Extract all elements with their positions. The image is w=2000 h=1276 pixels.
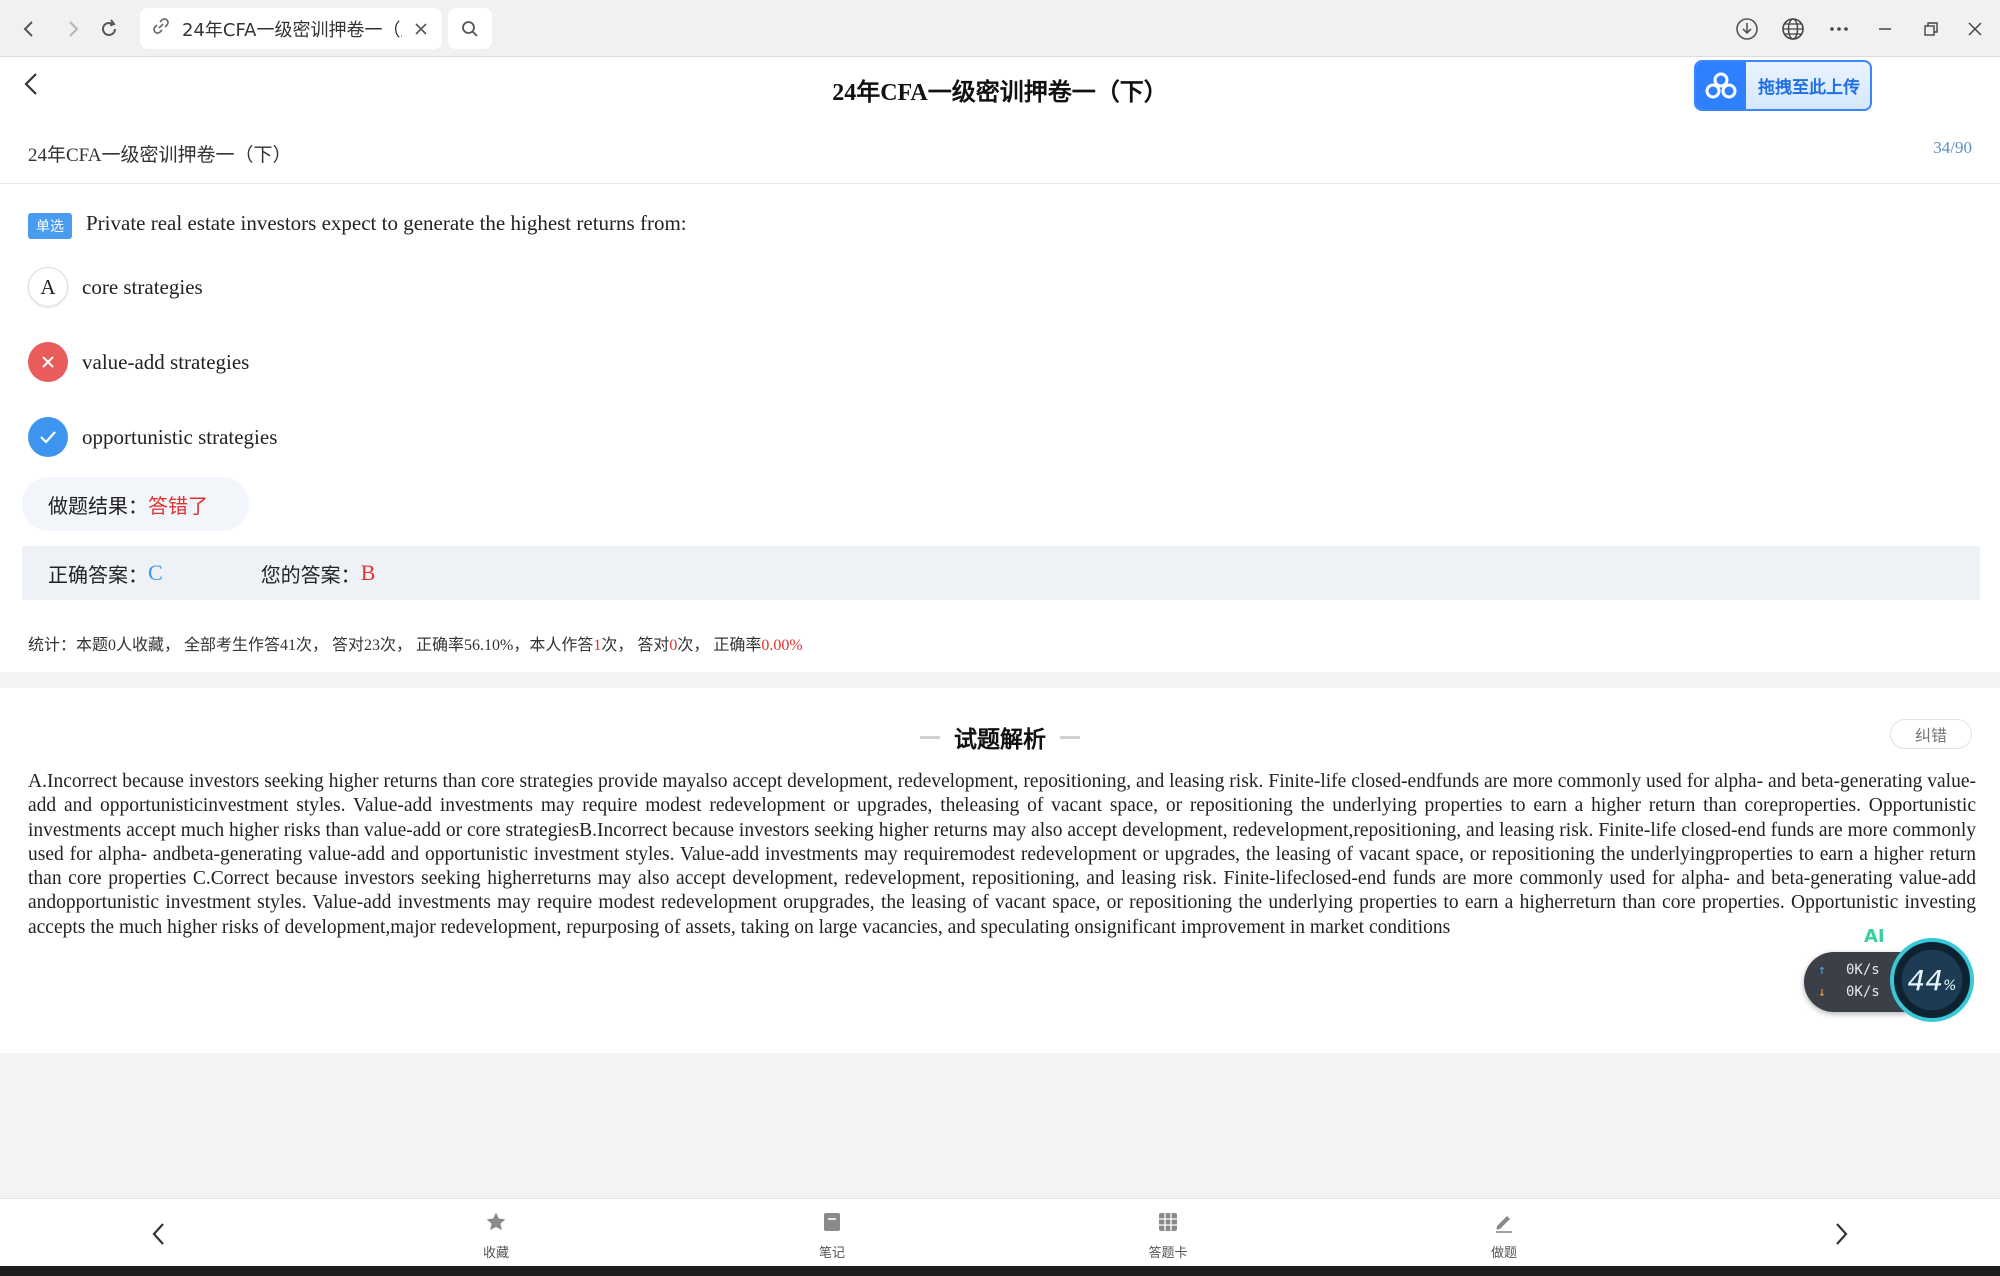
stats-self-rate: 0.00% (761, 637, 803, 654)
note-icon (821, 1211, 843, 1238)
toolbar-label: 笔记 (818, 1246, 845, 1261)
question-type-badge: 单选 (28, 213, 72, 239)
question-progress: 34/90 (1933, 138, 1972, 157)
result-value: 答错了 (148, 493, 208, 518)
heading-dash (1060, 735, 1080, 739)
back-icon[interactable] (12, 12, 46, 46)
upload-label: 拖拽至此上传 (1758, 78, 1860, 98)
more-icon[interactable] (1822, 12, 1856, 46)
exam-subtitle: 24年CFA一级密训押卷一（下） (28, 145, 292, 166)
download-icon[interactable] (1730, 12, 1764, 46)
report-error-button[interactable]: 纠错 (1890, 719, 1972, 749)
minimize-icon[interactable] (1868, 12, 1902, 46)
wrong-mark-icon (28, 342, 68, 382)
star-icon (485, 1211, 507, 1238)
correct-answer-label: 正确答案： (48, 562, 148, 587)
result-label: 做题结果： (48, 493, 148, 518)
arrow-down-icon: ↓ (1818, 984, 1826, 1000)
gauge-unit: % (1943, 977, 1957, 994)
globe-icon[interactable] (1776, 12, 1810, 46)
browser-toolbar: 24年CFA一级密训押卷一（上 (0, 0, 2000, 57)
toolbar-label: 答题卡 (1148, 1246, 1188, 1261)
network-speed-widget[interactable]: ↑ 0K/s ↓ 0K/s 44% AI (1804, 926, 1974, 1022)
ai-badge: AI (1864, 926, 1885, 947)
toolbar-label: 做题 (1490, 1246, 1517, 1261)
stats-mid1: 次， 答对 (601, 637, 670, 654)
option-letter: A (28, 267, 68, 307)
stats-mid2: 次， 正确率 (677, 637, 762, 654)
answer-bar: 正确答案： C 您的答案： B (22, 546, 1980, 600)
window-close-icon[interactable] (1958, 12, 1992, 46)
restore-icon[interactable] (1914, 12, 1948, 46)
link-icon (152, 17, 170, 40)
bottom-toolbar: 收藏 笔记 答题卡 做题 (0, 1198, 2000, 1266)
option-text: opportunistic strategies (82, 424, 278, 449)
arrow-up-icon: ↑ (1818, 962, 1826, 978)
taskbar-edge (0, 1266, 2000, 1276)
question-text: Private real estate investors expect to … (86, 211, 687, 235)
correct-answer-value: C (148, 560, 163, 585)
option-text: core strategies (82, 274, 203, 299)
analysis-heading: 试题解析 (0, 720, 2000, 754)
next-question-icon[interactable] (1824, 1217, 1858, 1251)
toolbar-answer-card[interactable]: 答题卡 (1128, 1211, 1208, 1261)
heading-dash (920, 735, 940, 739)
toolbar-favorite[interactable]: 收藏 (456, 1211, 536, 1261)
gauge-value: 44 (1907, 963, 1944, 997)
option-a[interactable]: A core strategies (28, 267, 203, 307)
option-c[interactable]: opportunistic strategies (28, 417, 277, 457)
analysis-title: 试题解析 (954, 727, 1046, 753)
previous-question-icon[interactable] (142, 1217, 176, 1251)
answer-card-icon (1157, 1211, 1179, 1238)
upload-speed-row: ↑ 0K/s (1818, 962, 1880, 978)
cloud-upload-icon (1696, 62, 1746, 109)
statistics: 统计：本题0人收藏， 全部考生作答41次， 答对23次， 正确率56.10%，本… (28, 631, 803, 655)
option-b[interactable]: value-add strategies (28, 342, 249, 382)
download-speed: 0K/s (1846, 984, 1880, 1000)
your-answer-value: B (360, 560, 376, 585)
option-text: value-add strategies (82, 349, 250, 374)
search-icon[interactable] (448, 8, 492, 49)
your-answer-label: 您的答案： (260, 562, 361, 587)
close-icon[interactable] (410, 18, 432, 40)
page-bottom-area (0, 1053, 2000, 1198)
memory-gauge: 44% (1890, 938, 1974, 1022)
upload-speed: 0K/s (1846, 962, 1880, 978)
check-mark-icon (28, 417, 68, 457)
toolbar-notes[interactable]: 笔记 (792, 1211, 872, 1261)
forward-icon[interactable] (56, 12, 90, 46)
upload-button[interactable]: 拖拽至此上传 (1694, 60, 1872, 111)
divider (0, 183, 2000, 184)
toolbar-practice[interactable]: 做题 (1464, 1211, 1544, 1261)
browser-tab[interactable]: 24年CFA一级密训押卷一（上 (140, 8, 442, 49)
stats-prefix: 统计：本题0人收藏， 全部考生作答41次， 答对23次， 正确率56.10%，本… (28, 637, 594, 654)
result-box: 做题结果： 答错了 (22, 477, 249, 531)
tab-title: 24年CFA一级密训押卷一（上 (182, 19, 402, 41)
analysis-text: A.Incorrect because investors seeking hi… (28, 771, 1976, 938)
download-speed-row: ↓ 0K/s (1818, 984, 1880, 1000)
gauge-percent: 44% (1908, 964, 1957, 997)
reload-icon[interactable] (92, 12, 126, 46)
pencil-icon (1493, 1211, 1515, 1238)
section-separator (0, 672, 2000, 688)
toolbar-label: 收藏 (482, 1246, 509, 1261)
